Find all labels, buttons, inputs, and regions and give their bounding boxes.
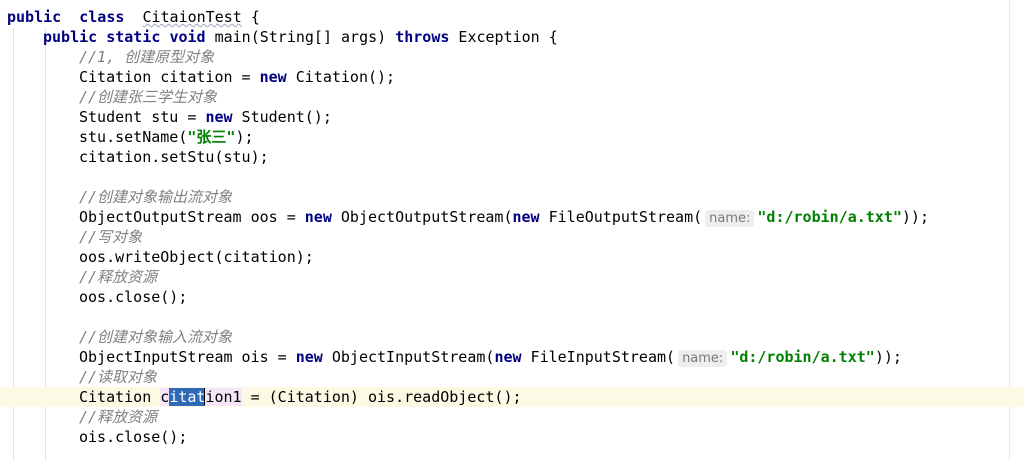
code-token: citation.setStu(stu); [79,148,269,166]
code-line[interactable]: //1, 创建原型对象 [0,47,1024,67]
identifier-highlight: c [160,388,170,406]
keyword-token: throws [395,28,450,46]
code-line[interactable]: ObjectInputStream ois = new ObjectInputS… [0,347,1024,367]
code-line-content: stu.setName("张三"); [79,127,254,147]
keyword-token: static [106,28,161,46]
code-token: Citation(); [286,68,396,86]
code-token: ObjectOutputStream( [331,208,513,226]
comment-token: //1, 创建原型对象 [79,48,215,66]
code-token: Student(); [232,108,332,126]
code-line[interactable]: //创建对象输出流对象 [0,187,1024,207]
keyword-token: new [304,208,332,226]
code-token: ); [235,128,254,146]
code-token: oos.writeObject(citation); [79,248,314,266]
comment-token: //创建对象输出流对象 [79,188,233,206]
code-line-content: ObjectInputStream ois = new ObjectInputS… [79,347,902,367]
code-token: oos.close(); [79,288,188,306]
code-line[interactable] [0,167,1024,187]
code-token: )); [901,208,929,226]
code-token: = (Citation) ois.readObject(); [241,388,522,406]
code-line-content: oos.writeObject(citation); [79,247,314,267]
code-line[interactable]: citation.setStu(stu); [0,147,1024,167]
code-token: main(String[] args) [205,28,396,46]
keyword-token: new [494,348,522,366]
code-line-content: //读取对象 [79,367,157,387]
code-token: Exception { [449,28,558,46]
code-line-content: Student stu = new Student(); [79,107,332,127]
comment-token: //创建对象输入流对象 [79,328,233,346]
code-line-content: oos.close(); [79,287,187,307]
code-token: ObjectInputStream( [322,348,495,366]
code-line[interactable]: ois.close(); [0,427,1024,447]
code-line-content: //释放资源 [79,407,157,427]
keyword-token: class [79,8,125,26]
code-line-content: public class CitaionTest { [7,7,260,27]
code-line-content: ObjectOutputStream oos = new ObjectOutpu… [79,207,929,227]
comment-token: //读取对象 [79,368,158,386]
code-line-content: ois.close(); [79,427,187,447]
code-token: FileOutputStream( [539,208,703,226]
code-line[interactable]: stu.setName("张三"); [0,127,1024,147]
code-line-content: Citation citation1 = (Citation) ois.read… [79,387,522,407]
code-line[interactable]: ObjectOutputStream oos = new ObjectOutpu… [0,207,1024,227]
code-line[interactable]: oos.writeObject(citation); [0,247,1024,267]
parameter-hint: name: [705,210,755,227]
code-line[interactable]: //释放资源 [0,407,1024,427]
code-token: stu.setName( [79,128,188,146]
code-token: { [241,8,260,26]
code-line-content: //创建对象输出流对象 [79,187,232,207]
code-token: Citation [79,388,161,406]
code-token: ois.close(); [79,428,188,446]
code-line[interactable]: Citation citation = new Citation(); [0,67,1024,87]
code-line-current[interactable]: Citation citation1 = (Citation) ois.read… [0,387,1024,407]
code-token: ObjectOutputStream oos = [79,208,305,226]
code-line[interactable]: oos.close(); [0,287,1024,307]
code-line[interactable]: public static void main(String[] args) t… [0,27,1024,47]
code-line[interactable] [0,307,1024,327]
string-token: "张三" [187,128,236,146]
code-token: Citation citation = [79,68,260,86]
selected-text: itat [169,388,206,406]
keyword-token: public [7,8,62,26]
code-line[interactable]: Student stu = new Student(); [0,107,1024,127]
code-line-content: //创建张三学生对象 [79,87,217,107]
code-line-content: //创建对象输入流对象 [79,327,232,347]
keyword-token: void [169,28,206,46]
code-line-content: Citation citation = new Citation(); [79,67,395,87]
code-line[interactable]: public class CitaionTest { [0,7,1024,27]
parameter-hint: name: [678,350,728,367]
keyword-token: new [295,348,323,366]
keyword-token: new [205,108,233,126]
comment-token: //写对象 [79,228,143,246]
code-line[interactable]: //写对象 [0,227,1024,247]
keyword-token: new [259,68,287,86]
identifier-highlight: ion1 [205,388,242,406]
code-line-content: //写对象 [79,227,142,247]
code-line-content: //释放资源 [79,267,157,287]
string-token: "d:/robin/a.txt" [730,348,875,366]
code-line-content: citation.setStu(stu); [79,147,269,167]
code-line[interactable]: //创建张三学生对象 [0,87,1024,107]
code-token: ObjectInputStream ois = [79,348,296,366]
comment-token: //释放资源 [79,408,158,426]
string-token: "d:/robin/a.txt" [757,208,902,226]
code-line-content: public static void main(String[] args) t… [43,27,558,47]
keyword-token: public [43,28,98,46]
comment-token: //创建张三学生对象 [79,88,218,106]
code-line[interactable]: //读取对象 [0,367,1024,387]
class-name-token: CitaionTest [142,8,242,26]
comment-token: //释放资源 [79,268,158,286]
code-line[interactable]: //创建对象输入流对象 [0,327,1024,347]
code-token: )); [874,348,902,366]
keyword-token: new [512,208,540,226]
code-line[interactable]: //释放资源 [0,267,1024,287]
code-line-content: //1, 创建原型对象 [79,47,214,67]
code-token: FileInputStream( [521,348,676,366]
code-token: Student stu = [79,108,206,126]
code-editor[interactable]: public class CitaionTest {public static … [0,0,1024,461]
